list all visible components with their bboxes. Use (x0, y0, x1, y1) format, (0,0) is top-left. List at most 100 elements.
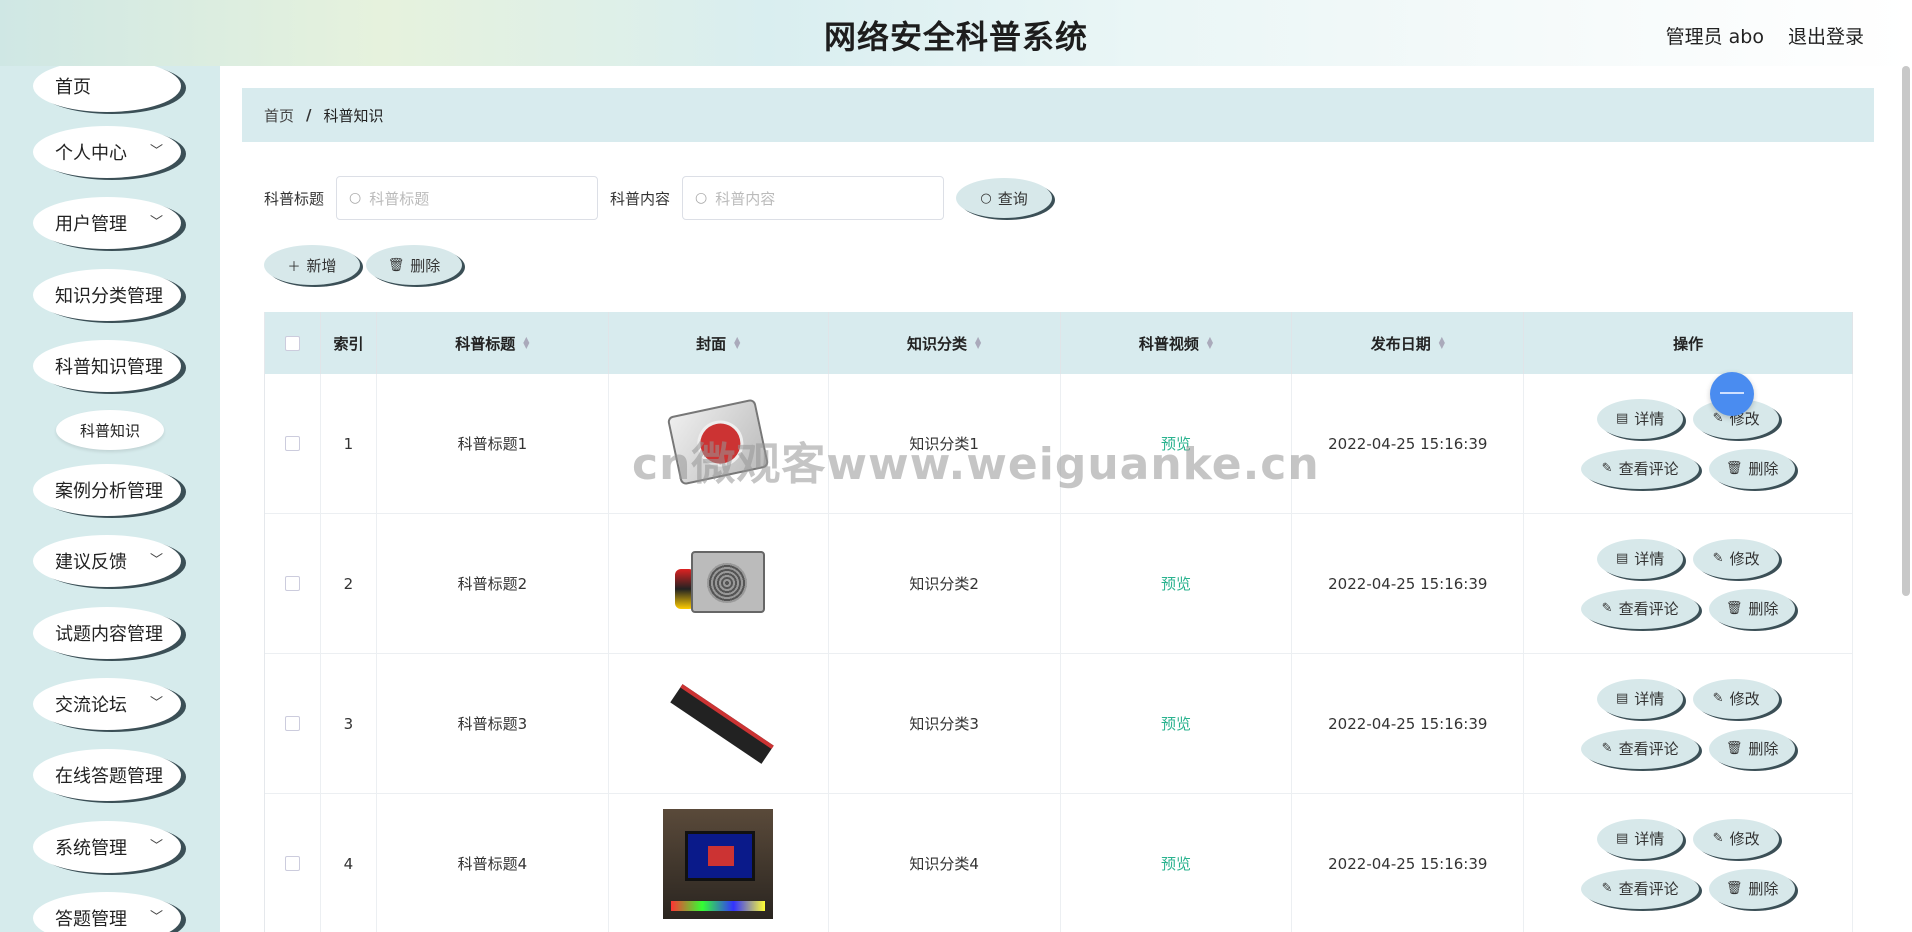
sidebar: 首页 个人中心 ﹀ 用户管理 ﹀ 知识分类管理 科普知识管理 科普知识 案例分析管理… (0, 66, 220, 932)
sidebar-item-home[interactable]: 首页 (33, 66, 181, 112)
row-category: 知识分类3 (829, 654, 1061, 793)
sidebar-item-label: 试题内容管理 (55, 624, 163, 645)
detail-button[interactable]: ▤ 详情 (1597, 398, 1684, 439)
sidebar-item-quiz-management[interactable]: 答题管理 ﹀ (33, 892, 181, 932)
video-preview-link[interactable]: 预览 (1161, 573, 1191, 594)
video-preview-link[interactable]: 预览 (1161, 433, 1191, 454)
delete-label: 删除 (1748, 740, 1779, 758)
table-row: 2 科普标题2 知识分类2 预览 2022-04-25 15:16:39 ▤ 详情… (265, 514, 1854, 654)
sidebar-item-case-management[interactable]: 案例分析管理 (33, 464, 181, 516)
detail-label: 详情 (1634, 830, 1665, 848)
view-comments-button[interactable]: ✎ 查看评论 (1581, 448, 1700, 489)
select-all-cell (265, 312, 321, 374)
content-search-input[interactable]: ○ 科普内容 (682, 176, 945, 220)
pencil-icon: ✎ (1712, 831, 1724, 846)
column-header-label: 封面 (696, 334, 727, 353)
chevron-down-icon: ﹀ (149, 144, 163, 159)
knowledge-table: 索引 科普标题 ▲ ▼ 封面 ▲ ▼ 知识分类 ▲ ▼ 科普视频 ▲ ▼ 发布日期 ▲ ▼ 操作 1… (264, 312, 1854, 932)
row-checkbox[interactable] (284, 576, 300, 591)
row-cover (609, 794, 829, 932)
action-bar: ＋ 新增 🗑 删除 (264, 245, 462, 285)
sidebar-subitem-knowledge[interactable]: 科普知识 (56, 410, 164, 450)
trash-icon: 🗑 (1725, 741, 1743, 756)
detail-button[interactable]: ▤ 详情 (1597, 818, 1684, 859)
column-header-date[interactable]: 发布日期 ▲ ▼ (1292, 312, 1525, 374)
column-header-cover[interactable]: 封面 ▲ ▼ (609, 312, 829, 374)
pencil-icon: ✎ (1712, 551, 1724, 566)
sidebar-item-label: 案例分析管理 (55, 481, 163, 502)
row-checkbox[interactable] (284, 856, 300, 871)
sort-icon[interactable]: ▲ ▼ (523, 336, 529, 350)
sort-icon[interactable]: ▲ ▼ (734, 336, 740, 350)
row-checkbox[interactable] (284, 716, 300, 731)
chevron-down-icon: ﹀ (149, 696, 163, 711)
sidebar-item-personal-center[interactable]: 个人中心 ﹀ (33, 126, 181, 178)
breadcrumb-home[interactable]: 首页 (264, 105, 294, 126)
sidebar-item-question-management[interactable]: 试题内容管理 (33, 607, 181, 659)
logout-link[interactable]: 退出登录 (1788, 22, 1864, 49)
sidebar-item-knowledge-management[interactable]: 科普知识管理 (33, 340, 181, 392)
detail-label: 详情 (1634, 550, 1665, 568)
vertical-scrollbar[interactable] (1902, 66, 1910, 596)
table-row: 1 科普标题1 知识分类1 预览 2022-04-25 15:16:39 ▤ 详情… (265, 374, 1854, 514)
column-header-video[interactable]: 科普视频 ▲ ▼ (1061, 312, 1293, 374)
delete-button[interactable]: 🗑 删除 (1709, 868, 1796, 909)
sort-icon[interactable]: ▲ ▼ (1207, 336, 1213, 350)
batch-delete-button-label: 删除 (410, 256, 441, 275)
title-search-input[interactable]: ○ 科普标题 (336, 176, 599, 220)
view-comments-button[interactable]: ✎ 查看评论 (1581, 868, 1700, 909)
row-checkbox[interactable] (284, 436, 300, 451)
sidebar-item-label: 知识分类管理 (55, 286, 163, 307)
row-video: 预览 (1061, 514, 1293, 653)
sidebar-item-label: 建议反馈 (55, 552, 127, 573)
view-comments-button[interactable]: ✎ 查看评论 (1581, 588, 1700, 629)
cover-image-memory-stick (663, 669, 774, 779)
plus-icon: ＋ (287, 259, 301, 275)
sidebar-item-label: 交流论坛 (55, 695, 127, 716)
sidebar-item-category-management[interactable]: 知识分类管理 (33, 269, 181, 321)
trash-icon: 🗑 (1725, 461, 1743, 476)
view-comments-button[interactable]: ✎ 查看评论 (1581, 728, 1700, 769)
search-icon: ○ (980, 190, 992, 206)
detail-button[interactable]: ▤ 详情 (1597, 678, 1684, 719)
sort-icon[interactable]: ▲ ▼ (975, 336, 981, 350)
query-button[interactable]: ○ 查询 (956, 178, 1053, 218)
edit-button[interactable]: ✎ 修改 (1693, 678, 1780, 719)
sidebar-item-feedback[interactable]: 建议反馈 ﹀ (33, 535, 181, 587)
breadcrumb: 首页 / 科普知识 (242, 88, 1874, 142)
add-button[interactable]: ＋ 新增 (264, 245, 360, 285)
column-header-category[interactable]: 知识分类 ▲ ▼ (829, 312, 1061, 374)
batch-delete-button[interactable]: 🗑 删除 (366, 245, 462, 285)
sort-icon[interactable]: ▲ ▼ (1439, 336, 1445, 350)
edit-button[interactable]: ✎ 修改 (1693, 818, 1780, 859)
sidebar-item-system-management[interactable]: 系统管理 ﹀ (33, 821, 181, 873)
video-preview-link[interactable]: 预览 (1161, 713, 1191, 734)
delete-button[interactable]: 🗑 删除 (1709, 588, 1796, 629)
sidebar-item-label: 答题管理 (55, 909, 127, 930)
row-date: 2022-04-25 15:16:39 (1292, 374, 1525, 513)
edit-button[interactable]: ✎ 修改 (1693, 538, 1780, 579)
video-preview-link[interactable]: 预览 (1161, 853, 1191, 874)
sidebar-item-user-management[interactable]: 用户管理 ﹀ (33, 197, 181, 249)
sidebar-item-label: 科普知识管理 (55, 357, 163, 378)
content-search-label: 科普内容 (610, 189, 671, 208)
row-cover (609, 654, 829, 793)
column-header-actions: 操作 (1524, 312, 1854, 374)
column-header-title[interactable]: 科普标题 ▲ ▼ (377, 312, 609, 374)
row-index: 4 (321, 794, 377, 932)
delete-button[interactable]: 🗑 删除 (1709, 728, 1796, 769)
column-header-label: 科普标题 (455, 334, 516, 353)
detail-button[interactable]: ▤ 详情 (1597, 538, 1684, 579)
floating-assistant-icon[interactable] (1710, 372, 1754, 416)
select-all-checkbox[interactable] (284, 335, 300, 351)
cover-image-power-supply (663, 529, 773, 639)
sidebar-item-online-quiz[interactable]: 在线答题管理 (33, 749, 181, 801)
row-category: 知识分类2 (829, 514, 1061, 653)
row-actions: ▤ 详情 ✎ 修改 ✎ 查看评论 🗑 删除 (1524, 514, 1854, 653)
delete-button[interactable]: 🗑 删除 (1709, 448, 1796, 489)
trash-icon: 🗑 (1725, 881, 1743, 896)
detail-label: 详情 (1634, 410, 1665, 428)
row-select-cell (265, 514, 321, 653)
trash-icon: 🗑 (1725, 601, 1743, 616)
sidebar-item-forum[interactable]: 交流论坛 ﹀ (33, 678, 181, 730)
